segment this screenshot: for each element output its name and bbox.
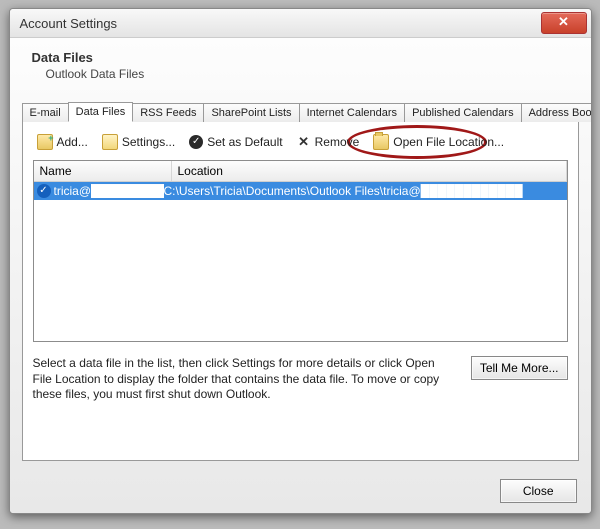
- header-subtitle: Outlook Data Files: [46, 67, 569, 81]
- tab-internet-calendars[interactable]: Internet Calendars: [299, 103, 406, 122]
- check-icon: ✓: [189, 135, 203, 149]
- settings-button[interactable]: Settings...: [98, 132, 179, 152]
- window-title: Account Settings: [20, 16, 118, 31]
- remove-label: Remove: [315, 135, 360, 149]
- tab-published-calendars[interactable]: Published Calendars: [404, 103, 522, 122]
- add-button[interactable]: Add...: [33, 132, 92, 152]
- row-name-cell: tricia@████████████: [54, 184, 164, 198]
- footer: Close: [10, 469, 591, 513]
- main-panel: E-mail Data Files RSS Feeds SharePoint L…: [22, 101, 579, 461]
- tell-me-more-button[interactable]: Tell Me More...: [471, 356, 568, 380]
- account-settings-window: Account Settings ✕ Data Files Outlook Da…: [9, 8, 592, 514]
- toolbar: Add... Settings... ✓ Set as Default ✕ Re…: [33, 130, 568, 160]
- tab-rss-feeds[interactable]: RSS Feeds: [132, 103, 204, 122]
- folder-icon: [373, 134, 389, 150]
- header-title: Data Files: [32, 50, 569, 65]
- add-label: Add...: [57, 135, 88, 149]
- open-file-location-button[interactable]: Open File Location...: [369, 132, 508, 152]
- window-body: Data Files Outlook Data Files E-mail Dat…: [10, 38, 591, 513]
- tab-email[interactable]: E-mail: [22, 103, 69, 122]
- settings-label: Settings...: [122, 135, 175, 149]
- data-file-list: Name Location ✓ tricia@████████████ C:\U…: [33, 160, 568, 342]
- titlebar: Account Settings ✕: [10, 9, 591, 38]
- table-row[interactable]: ✓ tricia@████████████ C:\Users\Tricia\Do…: [34, 182, 567, 200]
- tab-sharepoint-lists[interactable]: SharePoint Lists: [203, 103, 299, 122]
- tab-data-files[interactable]: Data Files: [68, 102, 134, 122]
- tab-address-books[interactable]: Address Books: [521, 103, 592, 122]
- settings-icon: [102, 134, 118, 150]
- set-default-button[interactable]: ✓ Set as Default: [185, 133, 286, 151]
- set-default-label: Set as Default: [207, 135, 282, 149]
- add-icon: [37, 134, 53, 150]
- row-location-cell: C:\Users\Tricia\Documents\Outlook Files\…: [164, 184, 567, 198]
- hint-text: Select a data file in the list, then cli…: [33, 356, 453, 403]
- window-close-button[interactable]: ✕: [541, 12, 587, 34]
- remove-button[interactable]: ✕ Remove: [293, 133, 364, 151]
- list-header: Name Location: [34, 161, 567, 182]
- hint-area: Select a data file in the list, then cli…: [33, 356, 568, 403]
- column-location[interactable]: Location: [172, 161, 567, 181]
- tab-content: Add... Settings... ✓ Set as Default ✕ Re…: [22, 122, 579, 461]
- remove-icon: ✕: [297, 135, 311, 149]
- column-name[interactable]: Name: [34, 161, 172, 181]
- open-file-location-label: Open File Location...: [393, 135, 504, 149]
- tab-strip: E-mail Data Files RSS Feeds SharePoint L…: [22, 101, 579, 122]
- header: Data Files Outlook Data Files: [10, 38, 591, 87]
- default-indicator-icon: ✓: [37, 184, 51, 198]
- close-button[interactable]: Close: [500, 479, 577, 503]
